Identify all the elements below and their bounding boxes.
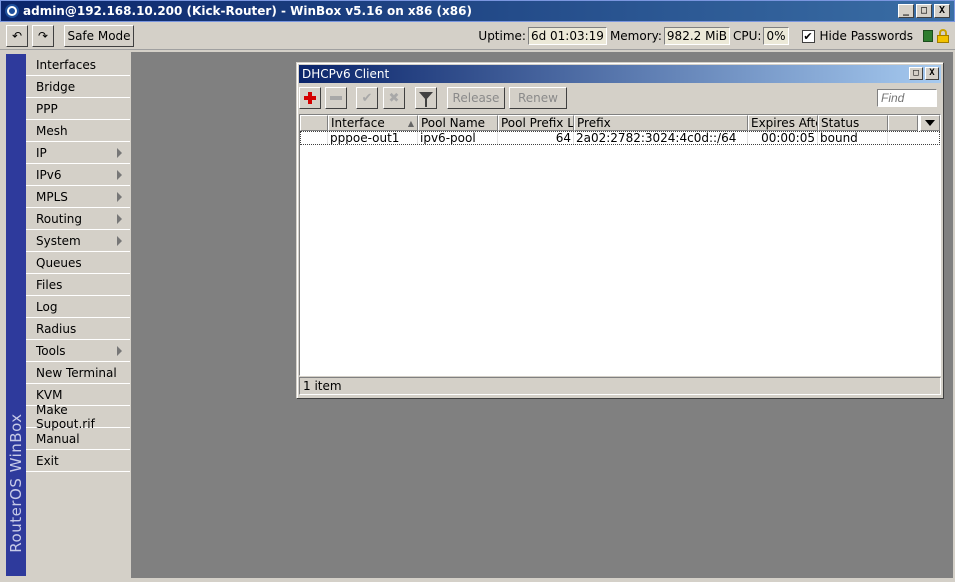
filter-icon [419,92,433,107]
table-header: Interface ▲ Pool Name Pool Prefix L... P… [300,115,940,131]
column-header-pool-name[interactable]: Pool Name [418,115,498,131]
submenu-arrow-icon [117,148,122,158]
column-header-prefix[interactable]: Prefix [574,115,748,131]
window-title: admin@192.168.10.200 (Kick-Router) - Win… [23,4,472,18]
menu-item-ip[interactable]: IP [26,142,130,164]
renew-button[interactable]: Renew [509,87,567,109]
undo-icon: ↶ [11,29,23,43]
side-menu: Interfaces Bridge PPP Mesh IP IPv6 MPLS … [26,54,130,576]
menu-item-queues[interactable]: Queues [26,252,130,274]
brand-text: RouterOS WinBox [7,413,25,553]
column-header-spacer [888,115,918,131]
dhcpv6-window-title: DHCPv6 Client [302,67,390,81]
submenu-arrow-icon [117,192,122,202]
cell-flag [301,132,328,144]
cpu-label: CPU: [733,29,762,43]
menu-item-new-terminal[interactable]: New Terminal [26,362,130,384]
column-chooser-button[interactable] [920,115,940,131]
menu-item-manual[interactable]: Manual [26,428,130,450]
menu-item-routing[interactable]: Routing [26,208,130,230]
release-button[interactable]: Release [447,87,505,109]
enable-button[interactable]: ✔ [356,87,378,109]
cell-prefix: 2a02:2782:3024:4c0d::/64 [574,132,748,144]
add-button[interactable] [299,87,321,109]
cell-pool-prefix-length: 64 [498,132,574,144]
disable-button[interactable]: ✖ [383,87,405,109]
dhcpv6-window-titlebar[interactable]: DHCPv6 Client □ X [299,65,941,83]
dhcpv6-status-bar: 1 item [299,377,941,395]
menu-item-ppp[interactable]: PPP [26,98,130,120]
menu-item-system[interactable]: System [26,230,130,252]
menu-item-ipv6[interactable]: IPv6 [26,164,130,186]
submenu-arrow-icon [117,236,122,246]
dhcpv6-toolbar: ✔ ✖ Release Renew [299,85,941,113]
x-icon: ✖ [388,90,400,106]
menu-item-bridge[interactable]: Bridge [26,76,130,98]
lock-icon [937,29,949,43]
connection-status-icon [923,30,933,42]
menu-item-make-supout[interactable]: Make Supout.rif [26,403,130,431]
column-header-pool-prefix-length[interactable]: Pool Prefix L... [498,115,574,131]
cpu-value: 0% [763,27,789,45]
close-button[interactable]: X [934,4,950,18]
check-icon: ✔ [361,90,373,106]
winbox-logo-icon [5,4,19,18]
cell-interface: pppoe-out1 [328,132,418,144]
column-header-flags[interactable] [300,115,328,131]
column-header-expires-after[interactable]: Expires After [748,115,818,131]
submenu-arrow-icon [117,170,122,180]
redo-icon: ↷ [37,29,49,43]
submenu-arrow-icon [117,346,122,356]
uptime-value: 6d 01:03:19 [527,27,607,45]
brand-strip: RouterOS WinBox [6,54,26,576]
uptime-label: Uptime: [478,29,526,43]
plus-icon [304,92,316,104]
dhcpv6-client-window: DHCPv6 Client □ X ✔ ✖ Release Renew Inte… [296,62,944,399]
remove-button[interactable] [325,87,347,109]
menu-item-interfaces[interactable]: Interfaces [26,54,130,76]
menu-item-tools[interactable]: Tools [26,340,130,362]
dhcpv6-client-table: Interface ▲ Pool Name Pool Prefix L... P… [299,114,941,376]
dhcpv6-close-button[interactable]: X [925,67,939,80]
dhcpv6-maximize-button[interactable]: □ [909,67,923,80]
redo-button[interactable]: ↷ [32,25,54,47]
main-toolbar: ↶ ↷ Safe Mode Uptime: 6d 01:03:19 Memory… [0,22,955,50]
submenu-arrow-icon [117,214,122,224]
column-header-status[interactable]: Status [818,115,888,131]
table-row[interactable]: pppoe-out1 ipv6-pool 64 2a02:2782:3024:4… [300,131,940,145]
cell-expires-after: 00:00:05 [748,132,818,144]
menu-item-mesh[interactable]: Mesh [26,120,130,142]
minus-icon [330,96,342,100]
safe-mode-button[interactable]: Safe Mode [64,25,134,47]
cell-status: bound [818,132,888,144]
filter-button[interactable] [415,87,437,109]
menu-item-files[interactable]: Files [26,274,130,296]
column-header-interface[interactable]: Interface ▲ [328,115,418,131]
sort-ascending-icon: ▲ [407,119,414,128]
hide-passwords-checkbox[interactable]: ✔ [801,29,815,43]
cell-pool-name: ipv6-pool [418,132,498,144]
menu-item-log[interactable]: Log [26,296,130,318]
find-input[interactable] [877,89,937,107]
memory-value: 982.2 MiB [663,27,731,45]
chevron-down-icon [925,120,935,126]
maximize-button[interactable]: □ [916,4,932,18]
menu-item-radius[interactable]: Radius [26,318,130,340]
window-titlebar[interactable]: admin@192.168.10.200 (Kick-Router) - Win… [0,0,955,22]
hide-passwords-label: Hide Passwords [819,29,913,43]
menu-item-exit[interactable]: Exit [26,450,130,472]
memory-label: Memory: [609,29,662,43]
menu-item-mpls[interactable]: MPLS [26,186,130,208]
minimize-button[interactable]: _ [898,4,914,18]
undo-button[interactable]: ↶ [6,25,28,47]
